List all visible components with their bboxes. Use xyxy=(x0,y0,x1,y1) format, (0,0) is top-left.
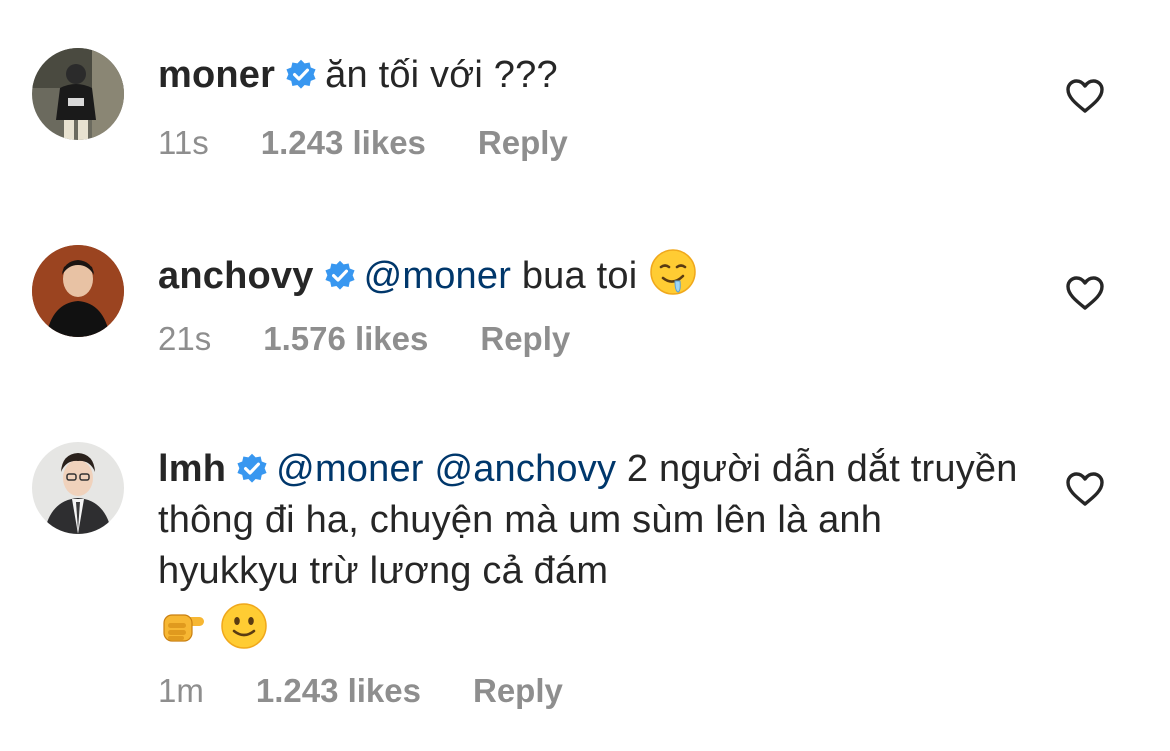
avatar-anchovy[interactable] xyxy=(32,245,124,337)
mention-link[interactable]: @anchovy xyxy=(434,448,616,490)
comment-meta: 21s 1.576 likes Reply xyxy=(158,320,622,358)
username[interactable]: moner xyxy=(158,54,275,96)
reply-button[interactable]: Reply xyxy=(478,124,568,161)
verified-badge-icon xyxy=(237,453,267,483)
timestamp: 1m xyxy=(158,672,204,709)
username[interactable]: lmh xyxy=(158,448,226,490)
backhand-index-pointing-right-emoji xyxy=(163,614,204,642)
timestamp: 21s xyxy=(158,320,212,357)
heart-outline-icon[interactable] xyxy=(1065,275,1105,311)
avatar-moner[interactable] xyxy=(32,48,124,140)
likes-count[interactable]: 1.243 likes xyxy=(256,672,421,709)
comment-meta: 11s 1.243 likes Reply xyxy=(158,124,620,162)
username[interactable]: anchovy xyxy=(158,255,314,297)
comment-text-block: lmh @moner @anchovy 2 người dẫn dắt truyề… xyxy=(158,444,1018,656)
likes-count[interactable]: 1.243 likes xyxy=(261,124,426,161)
timestamp: 11s xyxy=(158,124,209,161)
heart-outline-icon[interactable] xyxy=(1065,471,1105,507)
verified-badge-icon xyxy=(286,59,316,89)
drooling-face-emoji xyxy=(650,249,696,295)
comment-text: bua toi xyxy=(521,255,638,297)
reply-button[interactable]: Reply xyxy=(480,320,570,357)
likes-count[interactable]: 1.576 likes xyxy=(263,320,428,357)
reply-button[interactable]: Reply xyxy=(473,672,563,709)
mention-link[interactable]: @moner xyxy=(364,255,512,297)
heart-outline-icon[interactable] xyxy=(1065,78,1105,114)
comment-text-line: anchovy @moner bua toi xyxy=(158,247,1018,302)
verified-badge-icon xyxy=(325,260,355,290)
slightly-smiling-face-emoji xyxy=(221,603,267,649)
comment-meta: 1m 1.243 likes Reply xyxy=(158,672,615,710)
comment-text: ăn tối với ??? xyxy=(325,54,558,96)
mention-link[interactable]: @moner xyxy=(276,448,424,490)
avatar-lmh[interactable] xyxy=(32,442,124,534)
comment-text-line: moner ăn tối với ??? xyxy=(158,50,1018,101)
